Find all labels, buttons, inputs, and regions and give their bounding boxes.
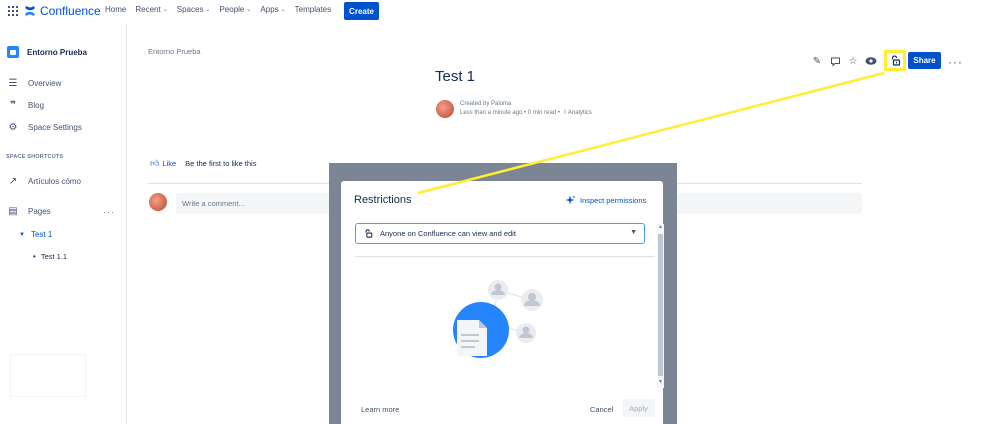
page-meta: Less than a minute ago • 0 min read • ⌇ …: [460, 110, 592, 116]
more-actions-icon[interactable]: ···: [948, 55, 963, 69]
logo-text: Confluence: [40, 4, 101, 18]
thumbs-up-icon: 👍︎: [150, 158, 160, 168]
select-value: Anyone on Confluence can view and edit: [380, 229, 516, 238]
quote-icon: ❞: [10, 100, 16, 111]
nav-home[interactable]: Home: [105, 5, 126, 14]
external-link-icon: ↗: [8, 176, 18, 187]
analytics-icon: ⌇: [563, 110, 567, 116]
chevron-down-icon: ⌄: [162, 7, 168, 13]
space-icon: [7, 46, 19, 58]
confluence-page: Confluence Home Recent ⌄ Spaces ⌄ People ⌄ …: [0, 0, 998, 424]
page-toolbar: ✎ ☆: [811, 55, 877, 67]
byline-text: Created by Paloma Less than a minute ago…: [460, 100, 592, 118]
created-by: Created by Paloma: [460, 101, 512, 107]
sidebar-item-pages[interactable]: ▤ Pages: [7, 206, 50, 217]
sidebar-item-shortcut[interactable]: ↗ Artículos cómo: [7, 176, 81, 187]
nav-menu: Home Recent ⌄ Spaces ⌄ People ⌄ Apps ⌄ Templ…: [105, 5, 331, 14]
dialog-title: Restrictions: [354, 194, 412, 206]
sparkle-icon: [565, 195, 576, 205]
nav-people[interactable]: People ⌄: [219, 5, 251, 14]
bullet-icon: •: [33, 252, 36, 261]
author-avatar[interactable]: [436, 100, 454, 118]
app-switcher-icon[interactable]: [8, 6, 18, 16]
create-button[interactable]: Create: [344, 2, 379, 20]
comment-icon[interactable]: [829, 55, 841, 67]
cancel-button[interactable]: Cancel: [590, 405, 613, 414]
learn-more-link[interactable]: Learn more: [361, 405, 399, 414]
dialog-scrollbar[interactable]: ▲ ▼: [657, 224, 664, 388]
unlock-icon: [365, 229, 373, 238]
page-tree-item-test-1-1[interactable]: • Test 1.1: [33, 252, 67, 261]
like-row: 👍︎ Like Be the first to like this: [150, 158, 256, 169]
sidebar-item-space-settings[interactable]: ⚙ Space Settings: [7, 122, 82, 133]
nav-recent[interactable]: Recent ⌄: [135, 5, 167, 14]
confluence-logo[interactable]: Confluence: [24, 4, 101, 18]
space-name: Entorno Prueba: [27, 47, 88, 57]
watch-eye-icon[interactable]: [865, 55, 877, 67]
apply-button[interactable]: Apply: [622, 399, 655, 417]
nav-templates[interactable]: Templates: [295, 5, 331, 14]
page-tree-item-test-1[interactable]: ▼ Test 1: [19, 230, 52, 239]
chevron-down-icon: ⌄: [246, 7, 252, 13]
scrollbar-thumb[interactable]: [658, 234, 663, 376]
nav-apps[interactable]: Apps ⌄: [260, 5, 285, 14]
space-shortcuts-heading: SPACE SHORTCUTS: [6, 154, 64, 160]
dialog-separator: [355, 256, 655, 257]
restrictions-lock-button[interactable]: [884, 50, 906, 71]
breadcrumb[interactable]: Entorno Prueba: [148, 47, 201, 56]
share-button[interactable]: Share: [908, 52, 941, 69]
chevron-down-icon[interactable]: ▼: [19, 232, 25, 238]
restriction-level-select[interactable]: Anyone on Confluence can view and edit ▼: [355, 223, 645, 244]
scroll-down-icon[interactable]: ▼: [658, 379, 663, 385]
sidebar-item-blog[interactable]: ❞ Blog: [7, 100, 44, 111]
analytics-link[interactable]: Analytics: [568, 110, 592, 116]
star-icon[interactable]: ☆: [847, 55, 859, 67]
sidebar-blank-area: [10, 354, 86, 397]
unlock-icon: [891, 55, 900, 66]
current-user-avatar: [149, 193, 167, 211]
restrictions-dialog: Restrictions Inspect permissions Anyone …: [341, 181, 664, 424]
like-message: Be the first to like this: [185, 159, 257, 168]
confluence-logo-icon: [25, 6, 35, 16]
chevron-down-icon: ▼: [630, 229, 637, 236]
sidebar-item-overview[interactable]: ☰ Overview: [7, 78, 62, 89]
chevron-down-icon: ⌄: [205, 7, 211, 13]
scroll-up-icon[interactable]: ▲: [658, 224, 663, 230]
pages-icon: ▤: [8, 206, 18, 217]
inspect-permissions-link[interactable]: Inspect permissions: [565, 195, 646, 206]
restrictions-illustration: [453, 280, 543, 358]
chevron-down-icon: ⌄: [280, 7, 286, 13]
pages-more-icon[interactable]: ···: [103, 207, 115, 217]
top-navigation: Confluence Home Recent ⌄ Spaces ⌄ People ⌄ …: [0, 0, 998, 24]
gear-icon: ⚙: [8, 122, 18, 133]
space-header[interactable]: Entorno Prueba: [7, 46, 87, 58]
sidebar: Entorno Prueba ☰ Overview ❞ Blog ⚙ Space…: [0, 24, 127, 424]
page-byline: Created by Paloma Less than a minute ago…: [436, 100, 592, 118]
page-title: Test 1: [435, 68, 476, 85]
edit-pencil-icon[interactable]: ✎: [811, 55, 823, 67]
nav-spaces[interactable]: Spaces ⌄: [177, 5, 211, 14]
like-button[interactable]: 👍︎ Like: [150, 158, 176, 169]
overview-icon: ☰: [8, 78, 18, 89]
